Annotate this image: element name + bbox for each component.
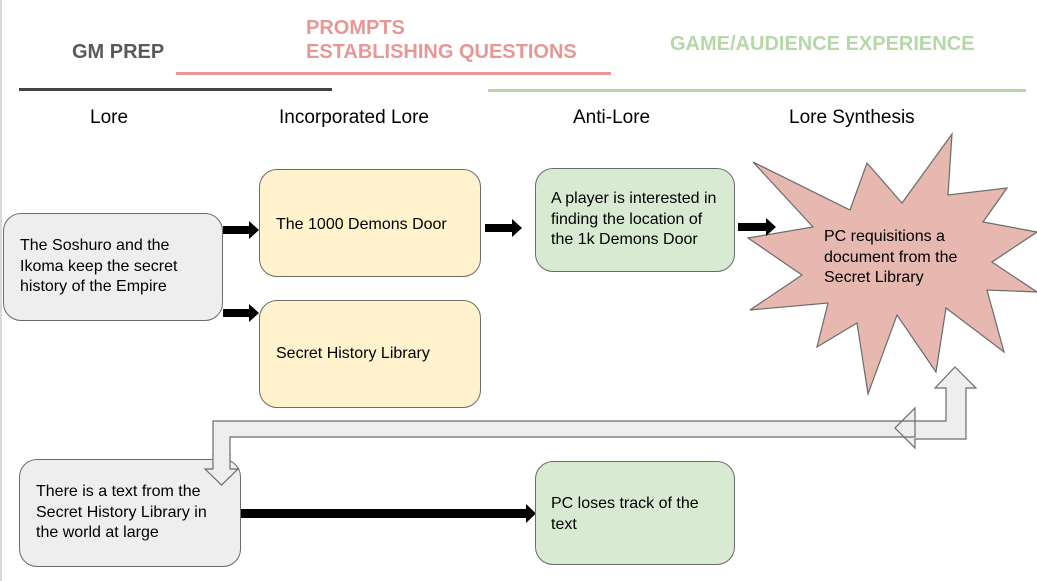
node-synthesis-text: PC requisitions a document from the Secr… <box>824 228 958 286</box>
arrow-demons-door-to-anti-lore <box>485 219 522 237</box>
node-player-interest[interactable]: A player is interested in finding the lo… <box>535 168 735 272</box>
node-demons-door[interactable]: The 1000 Demons Door <box>259 169 481 277</box>
arrow-lore-to-secret-library <box>223 304 259 322</box>
node-demons-door-text: The 1000 Demons Door <box>276 216 447 233</box>
node-pc-loses-text[interactable]: PC loses track of the text <box>535 461 735 565</box>
node-text-in-world-text: There is a text from the Secret History … <box>36 483 207 542</box>
node-pc-loses-text-text: PC loses track of the text <box>551 495 699 533</box>
node-player-interest-text: A player is interested in finding the lo… <box>551 190 717 249</box>
arrow-text-to-pc-loses <box>240 504 536 523</box>
node-lore-source-text: The Soshuro and the Ikoma keep the secre… <box>20 237 178 296</box>
node-secret-library[interactable]: Secret History Library <box>259 300 481 408</box>
node-secret-library-text: Secret History Library <box>276 344 430 362</box>
arrow-lore-to-demons-door <box>223 221 259 239</box>
node-lore-source[interactable]: The Soshuro and the Ikoma keep the secre… <box>3 213 223 321</box>
node-text-in-world[interactable]: There is a text from the Secret History … <box>19 459 241 567</box>
arrow-anti-lore-to-synthesis <box>738 218 776 236</box>
